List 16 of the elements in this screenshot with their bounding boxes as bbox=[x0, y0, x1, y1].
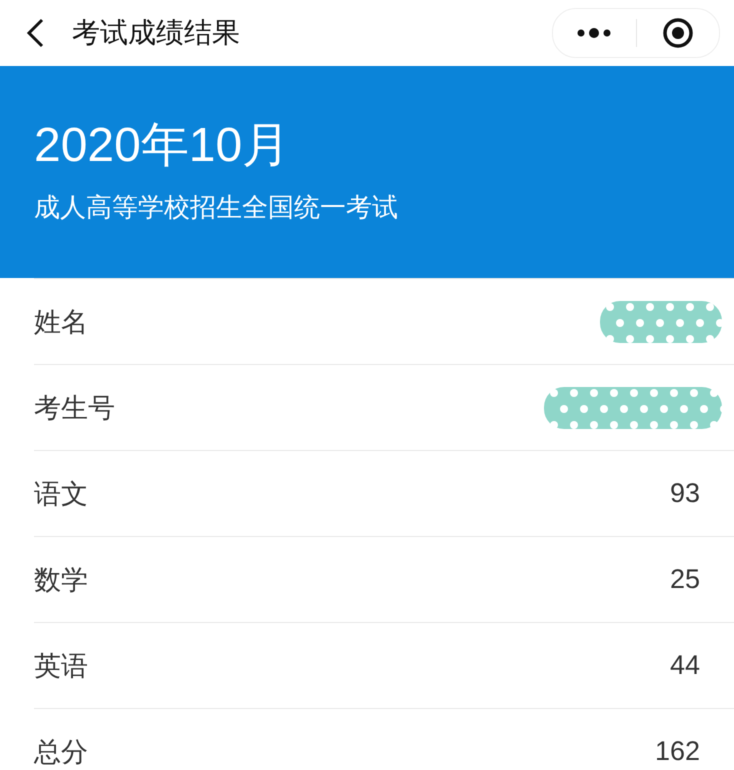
field-label: 考生号 bbox=[34, 392, 115, 424]
field-label: 总分 bbox=[34, 736, 88, 768]
field-value: 44 bbox=[670, 650, 700, 681]
page-title: 考试成绩结果 bbox=[72, 16, 241, 50]
exam-name: 成人高等学校招生全国统一考试 bbox=[34, 191, 399, 224]
field-value: 162 bbox=[654, 736, 700, 767]
field-label: 语文 bbox=[34, 478, 88, 510]
field-label: 数学 bbox=[34, 564, 88, 596]
target-icon bbox=[662, 17, 694, 49]
field-value: 25 bbox=[670, 564, 700, 595]
field-label: 姓名 bbox=[34, 306, 88, 338]
field-value: 93 bbox=[670, 478, 700, 509]
back-icon bbox=[26, 18, 44, 48]
more-icon bbox=[576, 27, 612, 39]
exam-date: 2020年10月 bbox=[34, 118, 292, 174]
field-label: 英语 bbox=[34, 650, 88, 682]
